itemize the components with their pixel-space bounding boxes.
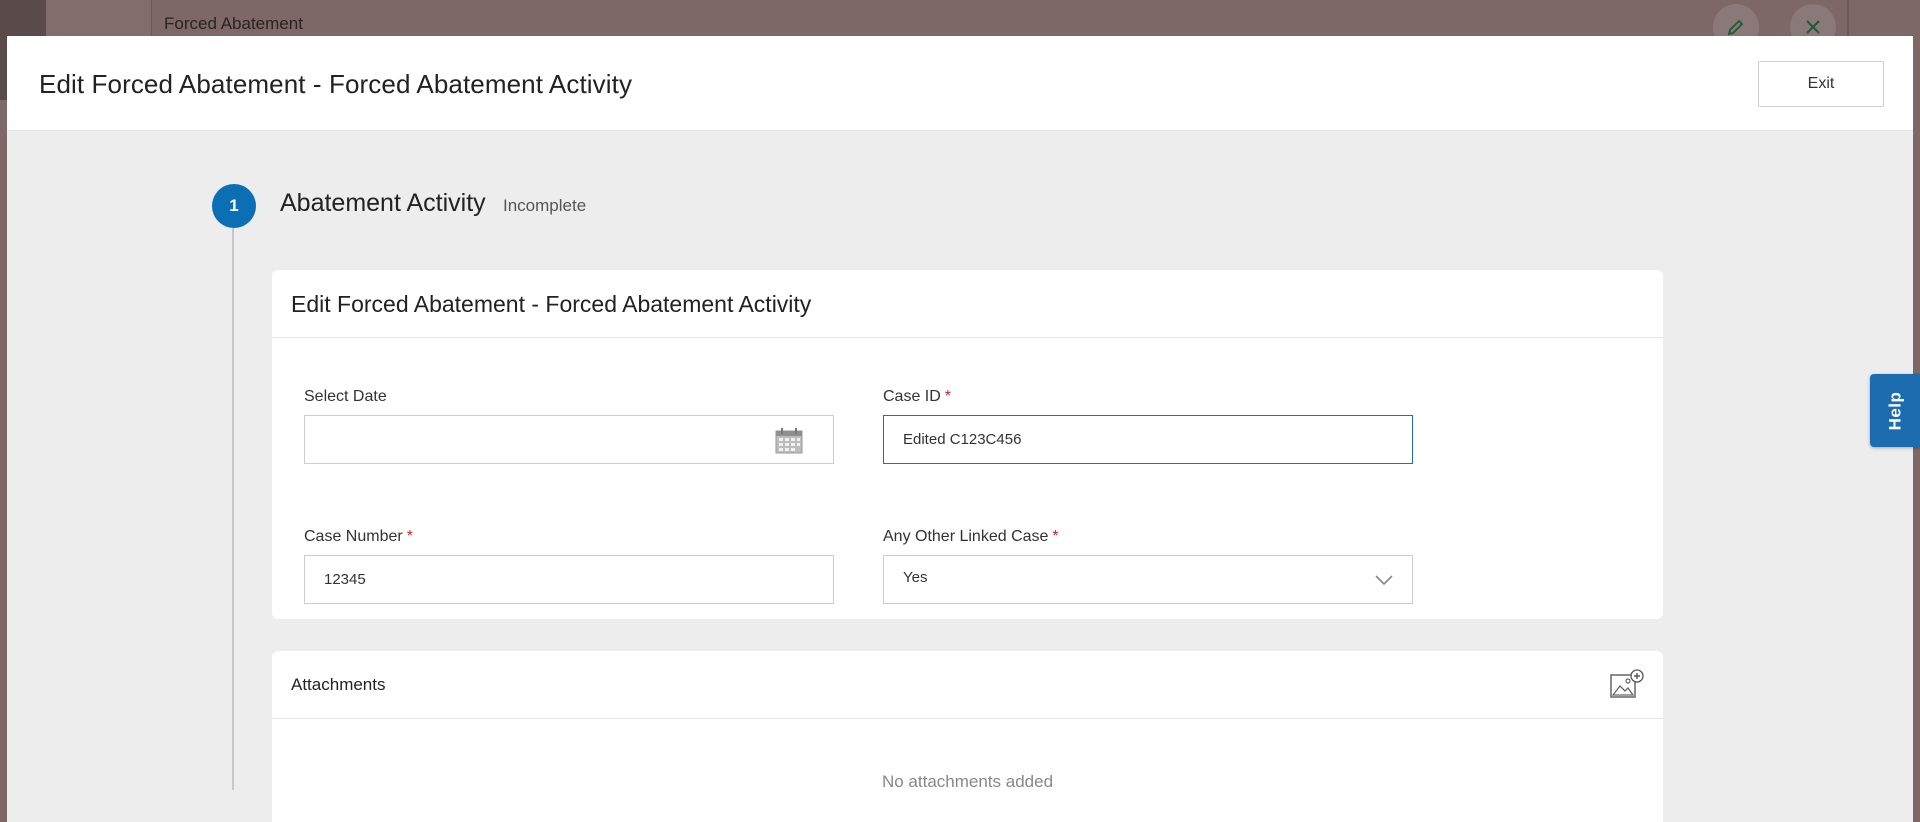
close-icon <box>1806 20 1820 34</box>
help-tab[interactable]: Help <box>1870 374 1920 447</box>
attachments-title: Attachments <box>291 675 386 694</box>
linked-case-label: Any Other Linked Case * <box>883 528 1059 546</box>
form-card: Edit Forced Abatement - Forced Abatement… <box>272 270 1663 619</box>
step-title: Abatement Activity <box>280 189 486 217</box>
select-date-label-text: Select Date <box>304 388 387 405</box>
attachments-empty-text: No attachments added <box>881 772 1054 791</box>
linked-case-label-text: Any Other Linked Case <box>883 528 1049 545</box>
linked-case-select[interactable]: Yes <box>883 555 1413 604</box>
select-date-field[interactable] <box>304 415 834 464</box>
background-title: Forced Abatement <box>164 14 303 33</box>
case-id-value: Edited C123C456 <box>903 431 1022 448</box>
case-id-label-text: Case ID <box>883 388 941 405</box>
form-card-header: Edit Forced Abatement - Forced Abatement… <box>272 270 1663 338</box>
required-mark: * <box>406 528 413 545</box>
modal-title: Edit Forced Abatement - Forced Abatement… <box>39 69 633 99</box>
step-status: Incomplete <box>503 196 587 215</box>
case-number-value: 12345 <box>324 571 366 588</box>
case-number-label-text: Case Number <box>304 528 403 545</box>
required-mark: * <box>944 388 952 405</box>
linked-case-value: Yes <box>903 569 928 586</box>
attachments-header: Attachments <box>272 651 1663 719</box>
modal-header: Edit Forced Abatement - Forced Abatement… <box>7 36 1913 131</box>
chevron-down-icon <box>1375 575 1393 586</box>
attachments-card: Attachments No attachments added <box>272 651 1663 822</box>
required-mark: * <box>1052 528 1059 545</box>
step-number-badge: 1 <box>212 184 256 228</box>
case-number-input[interactable]: 12345 <box>304 555 834 604</box>
background-divider <box>1847 0 1849 40</box>
case-id-label: Case ID * <box>883 388 951 406</box>
stepper-line <box>232 220 234 790</box>
add-image-icon[interactable] <box>1608 669 1644 701</box>
select-date-label: Select Date <box>304 388 387 406</box>
form-card-title: Edit Forced Abatement - Forced Abatement… <box>291 291 812 317</box>
help-label: Help <box>1885 391 1904 430</box>
case-number-label: Case Number * <box>304 528 413 546</box>
case-id-input[interactable]: Edited C123C456 <box>883 415 1413 464</box>
calendar-icon[interactable] <box>775 428 803 454</box>
exit-button[interactable]: Exit <box>1758 61 1884 107</box>
pencil-icon <box>1727 19 1744 36</box>
